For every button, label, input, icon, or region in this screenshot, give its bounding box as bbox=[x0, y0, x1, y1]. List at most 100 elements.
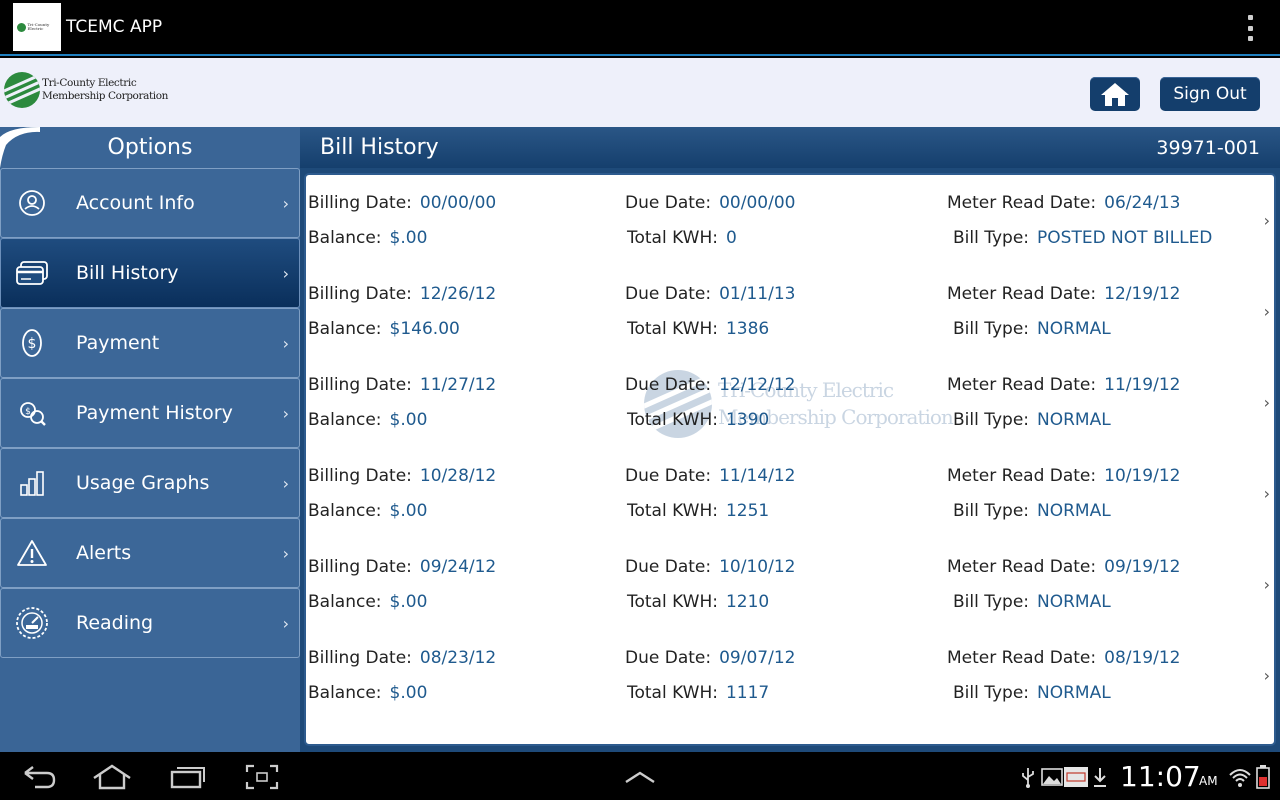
due-date-label: Due Date: bbox=[625, 375, 712, 395]
total-kwh-value: 1210 bbox=[725, 592, 770, 612]
chevron-right-icon: › bbox=[282, 263, 289, 283]
balance-value: $.00 bbox=[389, 501, 428, 521]
billing-date-label: Billing Date: bbox=[308, 193, 412, 213]
chevron-right-icon: › bbox=[1263, 666, 1270, 685]
sidebar-item-payment[interactable]: $ Payment › bbox=[0, 308, 300, 378]
chevron-up-icon[interactable] bbox=[622, 762, 658, 792]
billing-date-value: 09/24/12 bbox=[419, 557, 497, 577]
billing-date-value: 10/28/12 bbox=[419, 466, 497, 486]
credit-card-icon bbox=[15, 256, 49, 290]
balance-cell: Balance: $146.00 bbox=[308, 319, 460, 339]
billing-date-label: Billing Date: bbox=[308, 284, 412, 304]
chevron-right-icon: › bbox=[1263, 393, 1270, 412]
recent-apps-icon[interactable] bbox=[168, 762, 208, 792]
bill-row[interactable]: Billing Date: 12/26/12 Due Date: 01/11/13 Me… bbox=[306, 266, 1274, 357]
sidebar-item-payment-history[interactable]: $ Payment History › bbox=[0, 378, 300, 448]
meter-read-date-label: Meter Read Date: bbox=[947, 557, 1097, 577]
total-kwh-cell: Total KWH: 1210 bbox=[627, 592, 769, 612]
overflow-menu-icon[interactable] bbox=[1246, 15, 1254, 41]
billing-date-label: Billing Date: bbox=[308, 375, 412, 395]
meter-read-date-label: Meter Read Date: bbox=[947, 193, 1097, 213]
bill-type-label: Bill Type: bbox=[953, 228, 1030, 248]
home-icon bbox=[1101, 83, 1129, 106]
page-curl-icon bbox=[0, 127, 40, 168]
due-date-value: 01/11/13 bbox=[719, 284, 796, 304]
balance-label: Balance: bbox=[308, 228, 382, 248]
bill-type-cell: Bill Type: NORMAL bbox=[953, 592, 1111, 612]
due-date-label: Due Date: bbox=[625, 648, 712, 668]
billing-date-value: 00/00/00 bbox=[419, 193, 497, 213]
meter-read-date-cell: Meter Read Date: 08/19/12 bbox=[947, 648, 1180, 668]
billing-date-value: 11/27/12 bbox=[419, 375, 497, 395]
meter-read-date-label: Meter Read Date: bbox=[947, 648, 1097, 668]
sidebar-item-bill-history[interactable]: Bill History › bbox=[0, 238, 300, 308]
due-date-value: 12/12/12 bbox=[719, 375, 796, 395]
sidebar: Options Account Info › Bill History › $ … bbox=[0, 127, 300, 752]
home-nav-icon[interactable] bbox=[90, 762, 134, 792]
meter-read-date-label: Meter Read Date: bbox=[947, 284, 1097, 304]
bill-type-value: NORMAL bbox=[1037, 501, 1111, 521]
chevron-right-icon: › bbox=[1263, 211, 1270, 230]
bill-list[interactable]: Tri-County Electric Membership Corporati… bbox=[304, 173, 1276, 746]
total-kwh-cell: Total KWH: 1251 bbox=[627, 501, 769, 521]
balance-cell: Balance: $.00 bbox=[308, 501, 427, 521]
bill-row[interactable]: Billing Date: 00/00/00 Due Date: 00/00/00 Me… bbox=[306, 175, 1274, 266]
bill-type-value: NORMAL bbox=[1037, 410, 1111, 430]
bill-row[interactable]: Billing Date: 10/28/12 Due Date: 11/14/12 Me… bbox=[306, 448, 1274, 539]
chevron-right-icon: › bbox=[1263, 484, 1270, 503]
meter-read-date-cell: Meter Read Date: 06/24/13 bbox=[947, 193, 1180, 213]
total-kwh-value: 1386 bbox=[725, 319, 770, 339]
total-kwh-cell: Total KWH: 1386 bbox=[627, 319, 769, 339]
back-icon[interactable] bbox=[20, 762, 58, 792]
due-date-cell: Due Date: 12/12/12 bbox=[625, 375, 795, 395]
bill-type-label: Bill Type: bbox=[953, 683, 1030, 703]
bill-row[interactable]: Billing Date: 08/23/12 Due Date: 09/07/12 Me… bbox=[306, 630, 1274, 721]
bar-chart-icon bbox=[15, 466, 49, 500]
screenshot-icon[interactable] bbox=[244, 762, 280, 792]
sidebar-item-reading[interactable]: Reading › bbox=[0, 588, 300, 658]
bill-type-value: NORMAL bbox=[1037, 319, 1111, 339]
meter-read-date-cell: Meter Read Date: 12/19/12 bbox=[947, 284, 1180, 304]
bill-row[interactable]: Billing Date: 11/27/12 Due Date: 12/12/12 Me… bbox=[306, 357, 1274, 448]
svg-text:$: $ bbox=[25, 407, 31, 417]
total-kwh-value: 1251 bbox=[725, 501, 770, 521]
balance-label: Balance: bbox=[308, 683, 382, 703]
total-kwh-label: Total KWH: bbox=[627, 683, 718, 703]
account-number: 39971-001 bbox=[1156, 136, 1260, 159]
total-kwh-cell: Total KWH: 0 bbox=[627, 228, 737, 248]
sidebar-item-account-info[interactable]: Account Info › bbox=[0, 168, 300, 238]
billing-date-label: Billing Date: bbox=[308, 648, 412, 668]
chevron-right-icon: › bbox=[282, 473, 289, 493]
meter-icon bbox=[15, 606, 49, 640]
total-kwh-value: 0 bbox=[725, 228, 737, 248]
chevron-right-icon: › bbox=[282, 613, 289, 633]
bill-type-label: Bill Type: bbox=[953, 501, 1030, 521]
home-button[interactable] bbox=[1090, 77, 1140, 111]
balance-cell: Balance: $.00 bbox=[308, 683, 427, 703]
app-logo-icon: Tri-County Electric bbox=[13, 3, 61, 51]
chevron-right-icon: › bbox=[282, 543, 289, 563]
balance-value: $.00 bbox=[389, 592, 428, 612]
balance-label: Balance: bbox=[308, 501, 382, 521]
meter-read-date-label: Meter Read Date: bbox=[947, 466, 1097, 486]
balance-label: Balance: bbox=[308, 319, 382, 339]
sidebar-item-alerts[interactable]: Alerts › bbox=[0, 518, 300, 588]
billing-date-cell: Billing Date: 00/00/00 bbox=[308, 193, 496, 213]
notification-app-icon bbox=[1064, 766, 1088, 788]
download-icon bbox=[1091, 766, 1109, 788]
logo-line-1: Tri-County Electric bbox=[42, 77, 137, 89]
due-date-cell: Due Date: 10/10/12 bbox=[625, 557, 795, 577]
sign-out-button[interactable]: Sign Out bbox=[1160, 77, 1260, 111]
bill-type-cell: Bill Type: NORMAL bbox=[953, 319, 1111, 339]
total-kwh-value: 1117 bbox=[725, 683, 770, 703]
sidebar-item-label: Account Info bbox=[76, 192, 195, 214]
sidebar-item-usage-graphs[interactable]: Usage Graphs › bbox=[0, 448, 300, 518]
bill-type-cell: Bill Type: NORMAL bbox=[953, 410, 1111, 430]
meter-read-date-cell: Meter Read Date: 10/19/12 bbox=[947, 466, 1180, 486]
bill-row[interactable]: Billing Date: 09/24/12 Due Date: 10/10/12 Me… bbox=[306, 539, 1274, 630]
chevron-right-icon: › bbox=[1263, 302, 1270, 321]
system-nav-bar: 11:07 AM bbox=[0, 752, 1280, 800]
due-date-cell: Due Date: 00/00/00 bbox=[625, 193, 795, 213]
meter-read-date-value: 11/19/12 bbox=[1104, 375, 1181, 395]
due-date-label: Due Date: bbox=[625, 284, 712, 304]
